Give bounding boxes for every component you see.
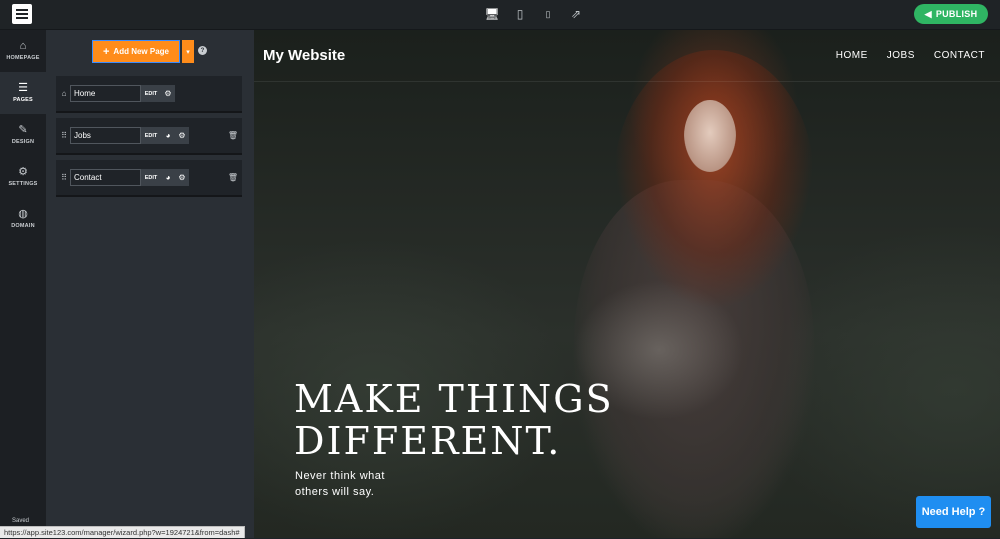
left-rail: ⌂ HOMEPAGE ☰ PAGES ✎ DESIGN ⚙ SETTINGS ◍… — [0, 30, 46, 538]
home-icon: ⌂ — [20, 41, 27, 52]
rail-item-pages[interactable]: ☰ PAGES — [0, 72, 46, 114]
palette-icon[interactable]: ◕ — [161, 127, 175, 144]
edit-page-button[interactable]: EDIT — [141, 169, 161, 186]
nav-contact[interactable]: CONTACT — [934, 50, 985, 61]
drag-handle-icon[interactable]: ⠿ — [60, 131, 68, 140]
brush-icon: ✎ — [18, 125, 27, 136]
site-header: My Website HOME JOBS CONTACT — [254, 30, 1000, 82]
external-link-icon[interactable]: ⇗ — [568, 6, 584, 22]
mobile-icon[interactable]: ▯ — [540, 6, 556, 22]
hero-photo-face — [684, 100, 736, 172]
globe-icon: ◍ — [18, 209, 28, 220]
edit-page-button[interactable]: EDIT — [141, 127, 161, 144]
page-name-input[interactable]: Home — [70, 85, 141, 102]
hero-photo-hair — [614, 50, 814, 310]
rail-item-design[interactable]: ✎ DESIGN — [0, 114, 46, 156]
add-page-dropdown-toggle[interactable]: ▾ — [182, 40, 194, 63]
hero-subtitle[interactable]: Never think what others will say. — [295, 468, 405, 500]
pages-panel: + Add New Page ▾ ? ⌂ Home EDIT ⚙ ⠿ Jobs … — [46, 30, 254, 538]
chevron-down-icon: ▾ — [186, 48, 190, 56]
page-name-input[interactable]: Jobs — [70, 127, 141, 144]
tablet-icon[interactable]: ▯ — [512, 6, 528, 22]
nav-jobs[interactable]: JOBS — [887, 50, 915, 61]
page-row-home: ⌂ Home EDIT ⚙ — [56, 76, 242, 113]
page-row-jobs: ⠿ Jobs EDIT ◕ ⚙ 🗑 — [56, 118, 242, 155]
edit-page-button[interactable]: EDIT — [141, 85, 161, 102]
plus-icon: + — [103, 46, 109, 58]
status-bar-url: https://app.site123.com/manager/wizard.p… — [0, 526, 245, 538]
gear-icon[interactable]: ⚙ — [161, 85, 175, 102]
rail-item-homepage[interactable]: ⌂ HOMEPAGE — [0, 30, 46, 72]
hero-title[interactable]: MAKE THINGS DIFFERENT. — [294, 378, 614, 462]
pages-icon: ☰ — [18, 83, 28, 94]
rail-item-domain[interactable]: ◍ DOMAIN — [0, 198, 46, 240]
top-bar: 🖥 ▯ ▯ ⇗ ◀ PUBLISH — [0, 0, 1000, 30]
add-new-page-button[interactable]: + Add New Page — [92, 40, 180, 63]
palette-icon[interactable]: ◕ — [161, 169, 175, 186]
need-help-button[interactable]: Need Help ? — [916, 496, 991, 528]
trash-icon[interactable]: 🗑 — [228, 173, 238, 182]
home-icon: ⌂ — [60, 89, 68, 98]
page-name-input[interactable]: Contact — [70, 169, 141, 186]
drag-handle-icon[interactable]: ⠿ — [60, 173, 68, 182]
help-icon[interactable]: ? — [198, 46, 207, 55]
desktop-icon[interactable]: 🖥 — [484, 6, 500, 22]
publish-button[interactable]: ◀ PUBLISH — [914, 4, 988, 24]
megaphone-icon: ◀ — [925, 9, 932, 20]
website-preview: My Website HOME JOBS CONTACT MAKE THINGS… — [254, 30, 1000, 538]
gear-icon: ⚙ — [18, 167, 28, 178]
trash-icon[interactable]: 🗑 — [228, 131, 238, 140]
device-switcher: 🖥 ▯ ▯ ⇗ — [484, 6, 584, 22]
saved-status: Saved — [12, 518, 29, 524]
menu-logo-icon[interactable] — [12, 4, 32, 24]
nav-home[interactable]: HOME — [836, 50, 868, 61]
publish-label: PUBLISH — [936, 9, 978, 19]
rail-item-settings[interactable]: ⚙ SETTINGS — [0, 156, 46, 198]
gear-icon[interactable]: ⚙ — [175, 169, 189, 186]
site-title[interactable]: My Website — [263, 47, 345, 64]
page-row-contact: ⠿ Contact EDIT ◕ ⚙ 🗑 — [56, 160, 242, 197]
gear-icon[interactable]: ⚙ — [175, 127, 189, 144]
site-nav: HOME JOBS CONTACT — [836, 50, 985, 61]
